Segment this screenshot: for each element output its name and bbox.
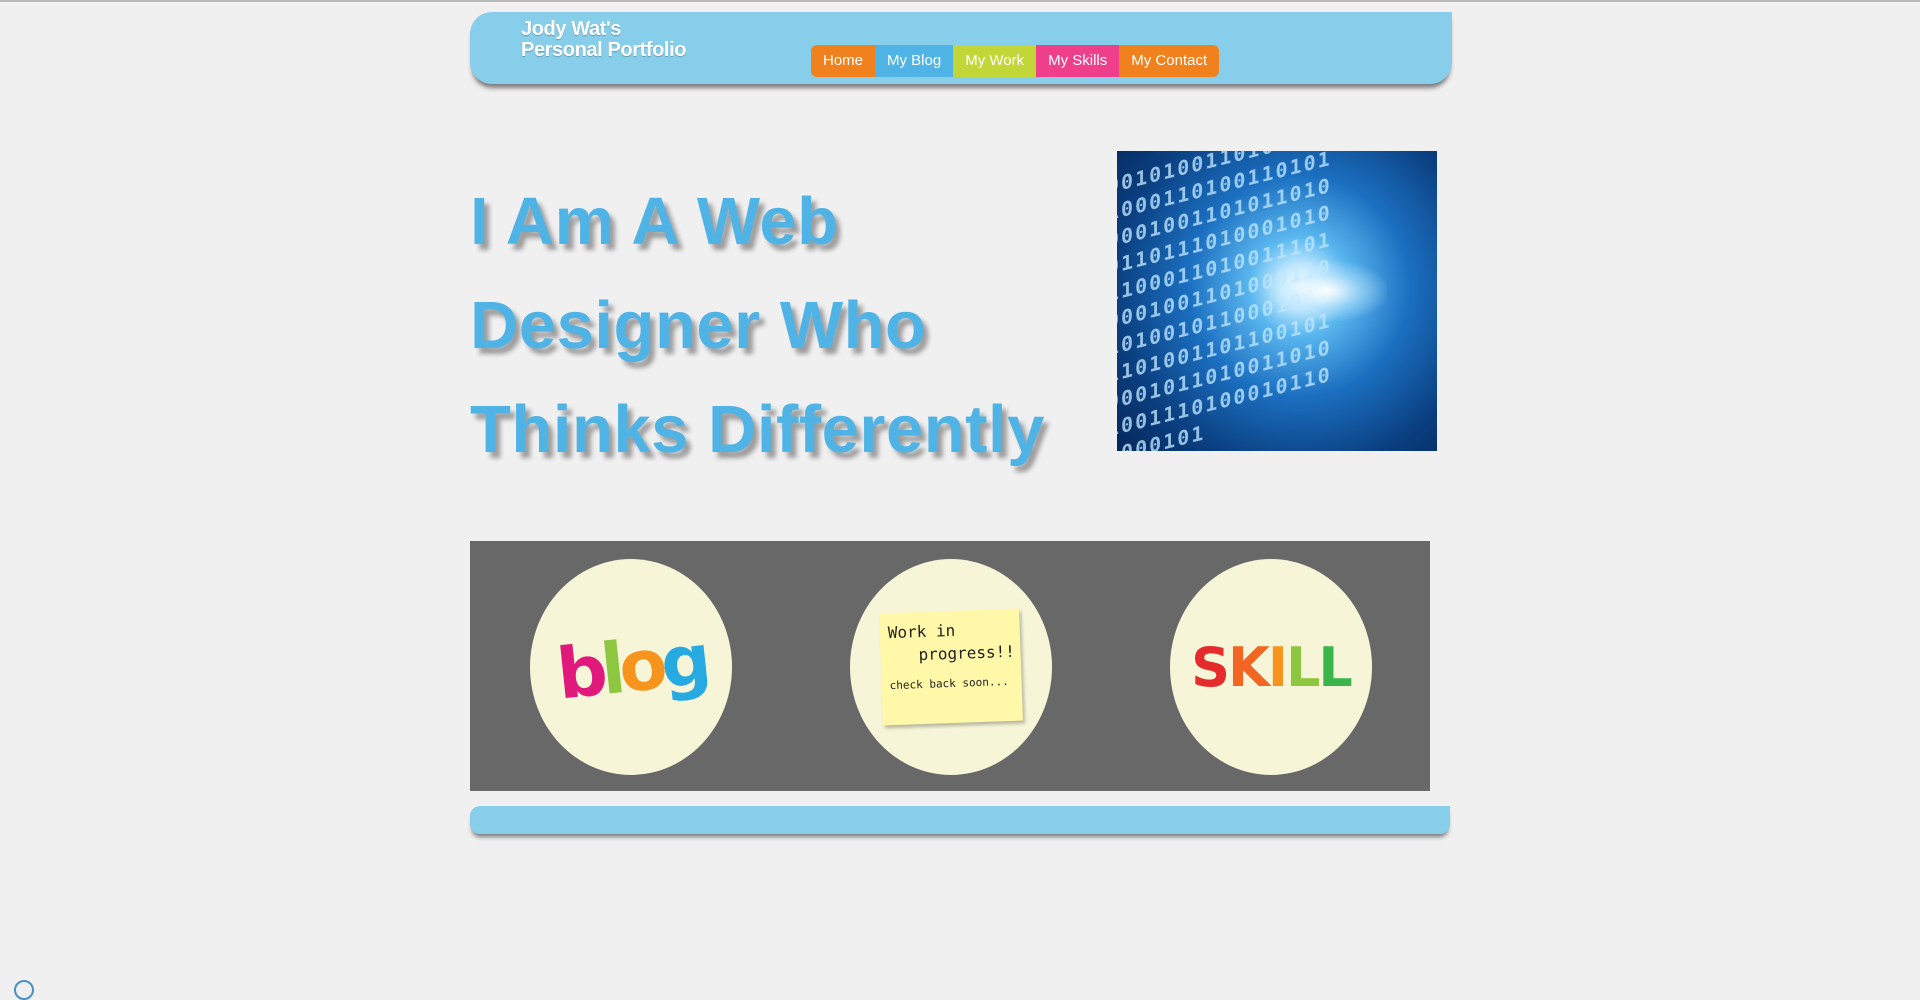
blog-feature-circle[interactable]: blog [530, 559, 732, 775]
note-line-2: progress!! [918, 641, 1016, 665]
window-top-border [0, 0, 1920, 2]
hero-binary-tech-image: 0010100110101100100011010011010100010011… [1117, 151, 1437, 451]
features-band: blog Work in progress!! check back soon.… [470, 541, 1430, 791]
hero-line-1: I Am A Web [470, 184, 839, 259]
blog-letter: g [656, 618, 710, 705]
nav-work-link[interactable]: My Work [953, 45, 1037, 77]
note-line-3: check back soon... [889, 674, 1009, 693]
skill-letter: S [1191, 635, 1230, 699]
skill-letter: I [1267, 635, 1288, 699]
hero-line-3: Thinks Differently [470, 392, 1045, 467]
blog-letters-image: blog [553, 618, 709, 715]
skill-letter: L [1286, 635, 1320, 699]
light-burst [1267, 261, 1387, 321]
nav-contact-link[interactable]: My Contact [1119, 45, 1220, 77]
site-title-line2: Personal Portfolio [521, 39, 687, 61]
skill-letter: K [1228, 635, 1270, 699]
nav-blog-link[interactable]: My Blog [875, 45, 954, 77]
hero-line-2: Designer Who [470, 288, 927, 363]
site-footer [470, 806, 1450, 834]
skill-letters-image: SKILL [1191, 635, 1353, 699]
main-nav: Home My Blog My Work My Skills My Contac… [811, 45, 1220, 77]
site-header: Jody Wat's Personal Portfolio Home My Bl… [470, 12, 1452, 84]
hero-headline: I Am A Web Designer Who Thinks Different… [470, 170, 1090, 482]
site-title[interactable]: Jody Wat's Personal Portfolio [521, 19, 686, 61]
work-feature-circle[interactable]: Work in progress!! check back soon... [850, 559, 1052, 775]
circle-icon[interactable] [14, 980, 34, 1000]
nav-skills-link[interactable]: My Skills [1036, 45, 1120, 77]
sticky-note-image: Work in progress!! check back soon... [879, 608, 1023, 726]
skill-letter: L [1318, 635, 1352, 699]
site-title-line1: Jody Wat's [521, 18, 622, 40]
note-line-1: Work in [887, 620, 956, 643]
skills-feature-circle[interactable]: SKILL [1170, 559, 1372, 775]
nav-home-link[interactable]: Home [811, 45, 876, 77]
